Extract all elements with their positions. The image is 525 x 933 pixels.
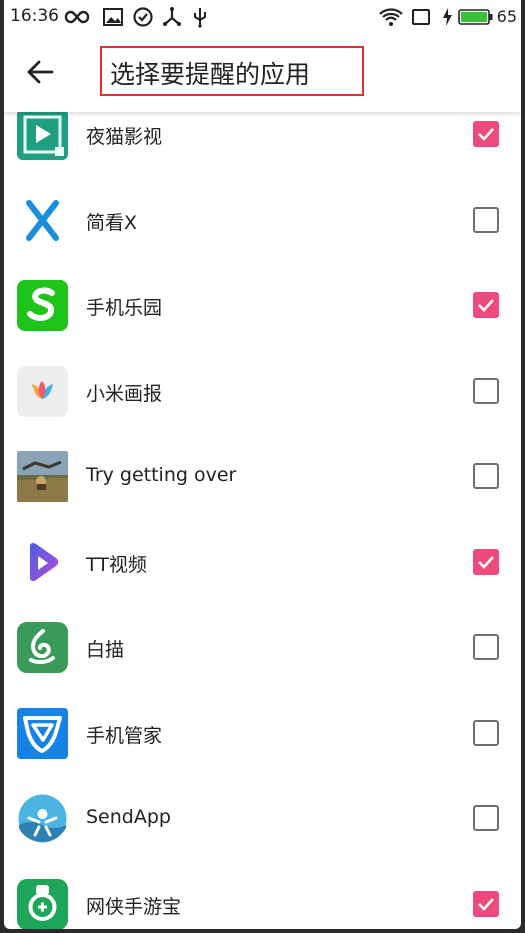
status-bar: 16:36 65	[4, 0, 521, 34]
app-list: 夜猫影视 简看X 手机乐园 小米画报 Try getting over TT视频…	[4, 92, 521, 929]
app-checkbox[interactable]	[473, 805, 499, 831]
app-bar: 选择要提醒的应用	[4, 34, 521, 112]
screen: 16:36 65 选择要提醒的应用 夜猫影视 简看X 手机乐园 小米画报 Try…	[4, 0, 521, 929]
list-item[interactable]: 网侠手游宝	[4, 862, 521, 929]
shield-icon	[17, 707, 68, 759]
app-name: 简看X	[86, 211, 138, 234]
battery-level: 65	[496, 7, 517, 26]
gradient-play-icon	[17, 536, 68, 588]
list-item[interactable]: 白描	[4, 605, 521, 691]
x-letter-icon	[17, 194, 68, 246]
usb-icon	[194, 8, 206, 28]
battery-icon	[458, 9, 493, 25]
list-item[interactable]: SendApp	[4, 776, 521, 862]
app-name: 网侠手游宝	[86, 895, 182, 918]
list-item[interactable]: 小米画报	[4, 349, 521, 435]
app-name: TT视频	[86, 553, 147, 576]
app-checkbox[interactable]	[473, 634, 499, 660]
app-checkbox[interactable]	[473, 206, 499, 233]
arrow-left-icon	[27, 60, 54, 84]
app-name: 小米画报	[86, 382, 163, 405]
list-item[interactable]: 手机乐园	[4, 263, 521, 349]
back-button[interactable]	[22, 54, 58, 90]
infinity-icon	[64, 10, 90, 24]
app-name: SendApp	[86, 806, 171, 828]
list-item[interactable]: Try getting over	[4, 434, 521, 520]
status-time: 16:36	[10, 6, 59, 26]
app-checkbox[interactable]	[473, 121, 499, 147]
tulip-icon	[17, 365, 68, 417]
app-name: 手机管家	[86, 724, 163, 747]
check-circle-icon	[133, 7, 153, 27]
app-checkbox[interactable]	[473, 548, 499, 575]
s-letter-icon	[17, 280, 68, 331]
page-title: 选择要提醒的应用	[110, 60, 311, 89]
list-item[interactable]: 简看X	[4, 178, 521, 264]
page-title-highlight: 选择要提醒的应用	[100, 46, 364, 96]
app-checkbox[interactable]	[473, 719, 499, 746]
usb-tether-icon	[163, 7, 181, 26]
list-item[interactable]: 手机管家	[4, 691, 521, 777]
wifi-icon	[379, 8, 403, 26]
swirl-icon	[17, 622, 68, 673]
app-name: Try getting over	[86, 464, 237, 486]
gamepad-badge-icon	[17, 878, 68, 929]
charging-bolt-icon	[443, 8, 452, 26]
game-scene-icon	[17, 451, 68, 502]
list-item[interactable]: TT视频	[4, 520, 521, 606]
screen-icon	[412, 9, 430, 25]
send-figure-icon	[17, 793, 68, 844]
app-checkbox[interactable]	[473, 377, 499, 404]
play-tile-icon	[17, 109, 68, 160]
image-icon	[103, 8, 123, 26]
app-checkbox[interactable]	[473, 890, 499, 917]
app-checkbox[interactable]	[473, 463, 499, 489]
app-name: 手机乐园	[86, 297, 163, 319]
app-name: 白描	[86, 639, 125, 661]
app-name: 夜猫影视	[86, 126, 163, 148]
app-checkbox[interactable]	[473, 292, 499, 318]
